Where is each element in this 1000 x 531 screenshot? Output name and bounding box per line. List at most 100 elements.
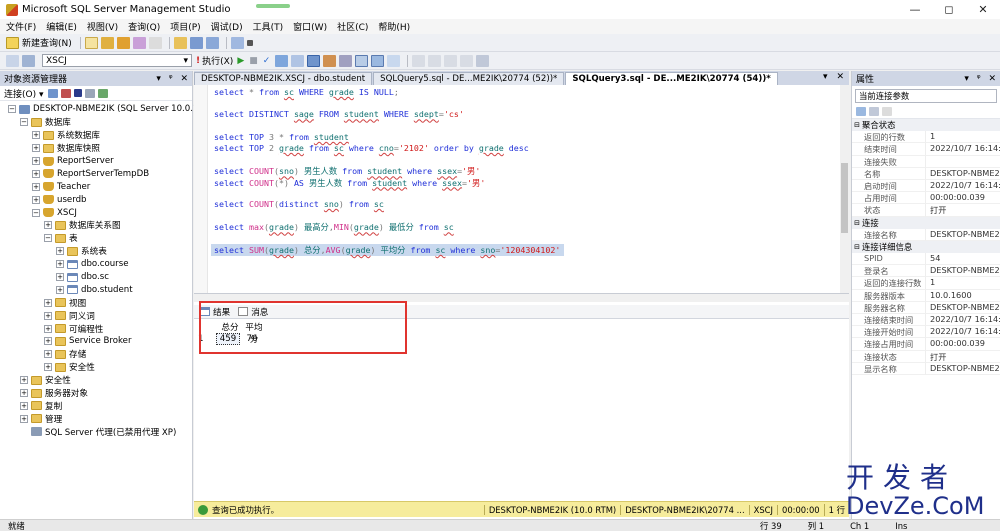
- tab-student-table[interactable]: DESKTOP-NBME2IK.XSCJ - dbo.student: [194, 72, 373, 85]
- expand-icon[interactable]: +: [32, 169, 40, 178]
- maximize-button[interactable]: ◻: [932, 0, 966, 19]
- property-row[interactable]: 启动时间2022/10/7 16:14:56: [852, 179, 1000, 193]
- close-icon[interactable]: ✕: [180, 74, 188, 84]
- menu-community[interactable]: 社区(C): [337, 20, 368, 33]
- menu-help[interactable]: 帮助(H): [378, 20, 410, 33]
- code-line[interactable]: select SUM(grade) 总分,AVG(grade) 平均分 from…: [211, 243, 565, 256]
- expand-icon[interactable]: +: [56, 247, 64, 256]
- results-to-grid-icon[interactable]: [371, 54, 385, 67]
- display-plan-icon[interactable]: [275, 54, 289, 67]
- property-row[interactable]: 登录名 DESKTOP-NBME2IK: [852, 265, 1000, 278]
- mdx-query-icon[interactable]: [116, 36, 130, 49]
- expand-icon[interactable]: +: [44, 311, 52, 320]
- sql-compact-query-icon[interactable]: [148, 36, 162, 49]
- property-row[interactable]: 返回的连接行数 1: [852, 277, 1000, 290]
- menu-window[interactable]: 窗口(W): [293, 20, 327, 33]
- tree-node[interactable]: + 服务器对象: [0, 387, 192, 400]
- cancel-query-icon[interactable]: ■: [249, 56, 258, 66]
- connect-server-icon[interactable]: [47, 88, 58, 98]
- code-line[interactable]: select COUNT(distinct sno) from sc: [214, 199, 384, 209]
- tree-node[interactable]: + 管理: [0, 412, 192, 425]
- expand-icon[interactable]: +: [20, 414, 28, 423]
- save-icon[interactable]: [189, 36, 203, 49]
- property-row[interactable]: 连接名称 DESKTOP-NBME2IK: [852, 228, 1000, 241]
- property-row[interactable]: 服务器名称 DESKTOP-NBME2IK: [852, 301, 1000, 314]
- categorized-icon[interactable]: [856, 107, 866, 116]
- tree-node[interactable]: − 数据库: [0, 116, 192, 129]
- design-query-icon[interactable]: [291, 54, 305, 67]
- tree-node[interactable]: + 存储: [0, 348, 192, 361]
- property-row[interactable]: 连接开始时间2022/10/7 16:14:56: [852, 326, 1000, 339]
- execute-button[interactable]: ! 执行(X): [196, 54, 233, 68]
- results-to-file-icon[interactable]: [387, 54, 401, 67]
- menu-edit[interactable]: 编辑(E): [46, 20, 77, 33]
- property-row[interactable]: 名称 DESKTOP-NBME2IK: [852, 167, 1000, 180]
- property-category[interactable]: ⊟ 连接详细信息: [852, 240, 1000, 254]
- tree-node[interactable]: + dbo.course: [0, 258, 192, 271]
- expand-icon[interactable]: +: [32, 182, 40, 191]
- pin-icon[interactable]: ᵠ: [169, 74, 173, 84]
- expand-icon[interactable]: +: [44, 363, 52, 372]
- property-row[interactable]: 连接结束时间2022/10/7 16:14:56: [852, 314, 1000, 327]
- property-row[interactable]: 连接占用时间 00:00:00.039: [852, 338, 1000, 351]
- tree-node[interactable]: + Service Broker: [0, 335, 192, 348]
- analysis-query-icon[interactable]: [100, 36, 114, 49]
- expand-icon[interactable]: +: [44, 350, 52, 359]
- collapse-icon[interactable]: −: [20, 118, 28, 127]
- save-all-icon[interactable]: [205, 36, 219, 49]
- client-statistics-icon[interactable]: [339, 54, 353, 67]
- expand-icon[interactable]: +: [56, 260, 64, 269]
- tree-node[interactable]: + dbo.student: [0, 283, 192, 296]
- tree-node[interactable]: + 系统表: [0, 245, 192, 258]
- database-engine-query-icon[interactable]: [84, 36, 98, 49]
- expand-icon[interactable]: +: [44, 298, 52, 307]
- collapse-icon[interactable]: −: [32, 208, 40, 217]
- expand-icon[interactable]: +: [20, 401, 28, 410]
- tree-node[interactable]: + 数据库快照: [0, 142, 192, 155]
- property-row[interactable]: 状态 打开: [852, 204, 1000, 217]
- property-row[interactable]: 显示名称 DESKTOP-NBME2IK: [852, 362, 1000, 375]
- scroll-thumb[interactable]: [841, 163, 848, 233]
- property-row[interactable]: 占用时间 00:00:00.039: [852, 192, 1000, 205]
- property-category[interactable]: ⊟ 聚合状态: [852, 119, 1000, 132]
- intellisense-icon[interactable]: [307, 54, 321, 67]
- expand-icon[interactable]: +: [32, 131, 40, 140]
- code-line[interactable]: select max(grade) 最高分,MIN(grade) 最低分 fro…: [214, 221, 454, 233]
- tree-node[interactable]: + ReportServerTempDB: [0, 167, 192, 180]
- collapse-icon[interactable]: −: [8, 105, 16, 114]
- expand-icon[interactable]: +: [32, 157, 40, 165]
- tree-node[interactable]: + 安全性: [0, 361, 192, 374]
- tree-node[interactable]: − DESKTOP-NBME2IK (SQL Server 10.0.160: [0, 103, 209, 116]
- tab-sqlquery3[interactable]: SQLQuery3.sql - DE...ME2IK\20774 (54))*: [565, 72, 778, 85]
- increase-indent-icon[interactable]: [460, 54, 474, 67]
- connect-icon[interactable]: [6, 54, 19, 67]
- uncomment-icon[interactable]: [428, 54, 442, 67]
- expand-icon[interactable]: +: [44, 324, 52, 333]
- tab-sqlquery5[interactable]: SQLQuery5.sql - DE...ME2IK\20774 (52))*: [373, 72, 565, 85]
- tree-node[interactable]: + 系统数据库: [0, 129, 192, 142]
- tab-list-icon[interactable]: ▾: [823, 72, 828, 82]
- debug-icon[interactable]: ▶: [237, 56, 244, 66]
- collapse-icon[interactable]: ⊟: [852, 121, 862, 129]
- new-query-button[interactable]: 新建查询(N): [6, 36, 72, 49]
- menu-query[interactable]: 查询(Q): [128, 20, 160, 33]
- collapse-icon[interactable]: ⊟: [852, 219, 862, 227]
- specify-values-icon[interactable]: [476, 54, 490, 67]
- stop-icon[interactable]: [73, 89, 82, 97]
- query-editor[interactable]: select * from sc WHERE grade IS NULL; sel…: [194, 85, 849, 294]
- tree-node[interactable]: − XSCJ: [0, 206, 192, 219]
- toolbar-options-icon[interactable]: [246, 39, 253, 46]
- menu-debug[interactable]: 调试(D): [211, 20, 243, 33]
- expand-icon[interactable]: +: [32, 195, 40, 204]
- property-row[interactable]: 连接失败: [852, 155, 1000, 168]
- property-pages-icon[interactable]: [882, 107, 892, 116]
- dropdown-icon[interactable]: ▾: [964, 74, 969, 84]
- decrease-indent-icon[interactable]: [444, 54, 458, 67]
- close-button[interactable]: ✕: [966, 0, 1000, 19]
- results-to-text-icon[interactable]: [355, 54, 369, 67]
- expand-icon[interactable]: +: [20, 389, 28, 398]
- menu-tools[interactable]: 工具(T): [253, 20, 284, 33]
- close-tab-icon[interactable]: ✕: [836, 72, 844, 82]
- property-row[interactable]: 结束时间2022/10/7 16:14:56: [852, 143, 1000, 156]
- code-line[interactable]: select TOP 2 grade from sc where cno='21…: [214, 143, 529, 153]
